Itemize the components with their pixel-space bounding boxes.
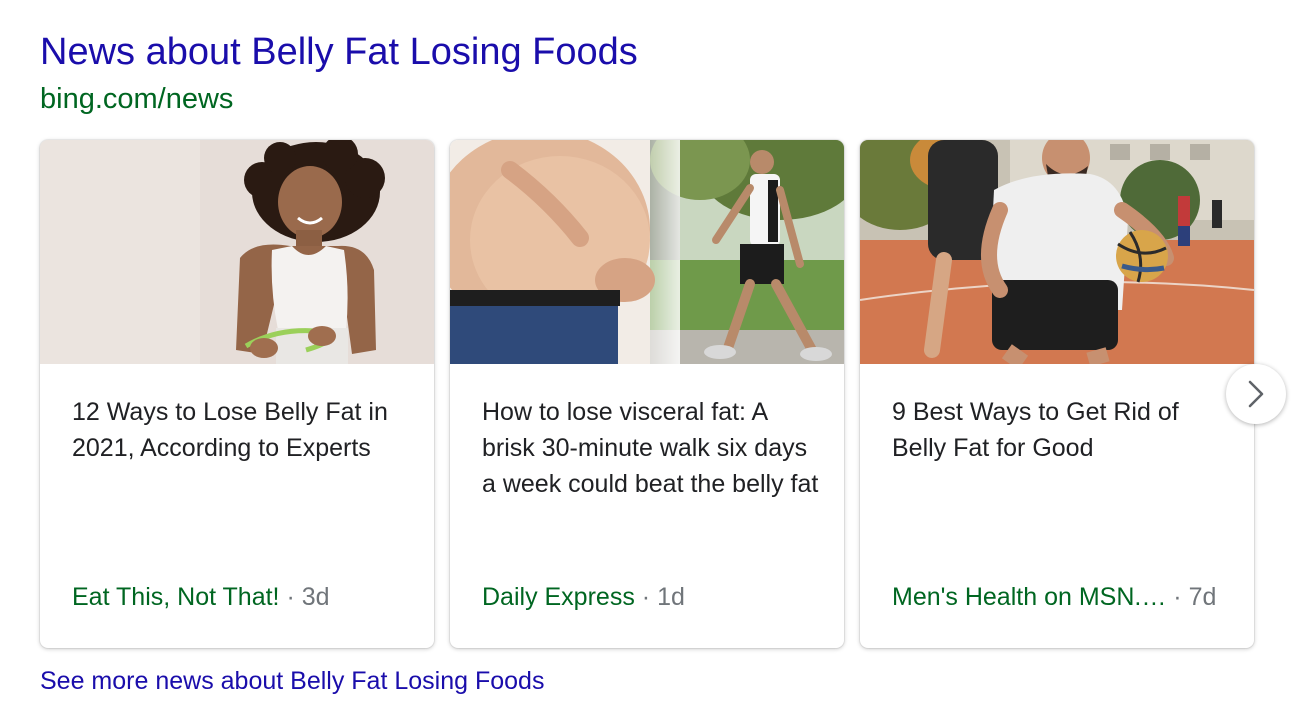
see-more-news-link[interactable]: See more news about Belly Fat Losing Foo…	[40, 664, 544, 698]
news-card-3-age: 7d	[1188, 583, 1217, 611]
chevron-right-icon	[1248, 380, 1264, 408]
news-card-2-source: Daily Express	[482, 583, 635, 611]
carousel-next-button[interactable]	[1226, 364, 1286, 424]
news-card-2[interactable]: How to lose visceral fat: A brisk 30-min…	[450, 140, 844, 648]
news-card-1-thumbnail[interactable]	[40, 140, 434, 364]
news-carousel: 12 Ways to Lose Belly Fat in 2021, Accor…	[40, 140, 1256, 648]
belly-and-walking-man-image	[450, 140, 844, 364]
news-card-2-thumbnail[interactable]	[450, 140, 844, 364]
news-card-3-thumbnail[interactable]	[860, 140, 1254, 364]
news-card-3-headline[interactable]: 9 Best Ways to Get Rid of Belly Fat for …	[892, 394, 1230, 466]
news-card-1-source: Eat This, Not That!	[72, 583, 280, 611]
news-section-title[interactable]: News about Belly Fat Losing Foods	[40, 28, 638, 76]
news-card-3[interactable]: 9 Best Ways to Get Rid of Belly Fat for …	[860, 140, 1254, 648]
news-source-url: bing.com/news	[40, 83, 234, 115]
woman-measuring-waist-image	[40, 140, 434, 364]
news-card-1-headline[interactable]: 12 Ways to Lose Belly Fat in 2021, Accor…	[72, 394, 410, 466]
news-card-2-age: 1d	[657, 583, 685, 611]
meta-separator: ·	[641, 583, 651, 611]
news-card-1[interactable]: 12 Ways to Lose Belly Fat in 2021, Accor…	[40, 140, 434, 648]
news-card-2-headline[interactable]: How to lose visceral fat: A brisk 30-min…	[482, 394, 820, 502]
news-card-1-age: 3d	[301, 583, 330, 611]
meta-separator: ·	[1173, 583, 1182, 611]
news-card-2-meta: Daily Express · 1d	[482, 580, 822, 614]
basketball-player-image	[860, 140, 1254, 364]
news-card-1-meta: Eat This, Not That! · 3d	[72, 580, 412, 614]
news-card-3-meta: Men's Health on MSN.… · 7d	[892, 580, 1232, 614]
news-card-3-source: Men's Health on MSN.…	[892, 583, 1167, 611]
meta-separator: ·	[286, 583, 295, 611]
